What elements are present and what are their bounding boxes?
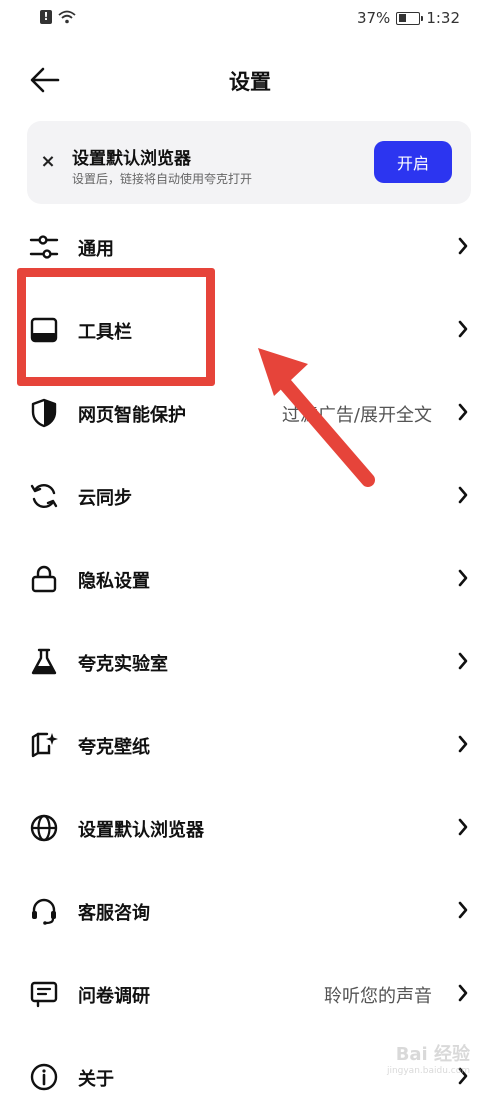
toolbar-icon [30, 317, 58, 343]
menu-item-label: 通用 [78, 239, 114, 260]
chevron-right-icon [458, 320, 468, 338]
menu-item-survey[interactable]: 问卷调研 聆听您的声音 [0, 952, 500, 1035]
status-bar: ! 37% 1:32 [0, 0, 500, 40]
lock-icon [31, 565, 57, 593]
watermark: Bai 经验 jingyan.baidu.com [350, 1036, 470, 1076]
sync-icon [30, 483, 58, 509]
menu-item-value: 过滤广告/展开全文 [281, 405, 432, 426]
menu-item-label: 问卷调研 [78, 986, 150, 1007]
headset-icon [32, 898, 56, 925]
menu-item-toolbar[interactable]: 工具栏 [0, 288, 500, 371]
chevron-right-icon [458, 984, 468, 1002]
sliders-icon [29, 235, 59, 259]
menu-item-default-browser[interactable]: 设置默认浏览器 [0, 786, 500, 869]
menu-item-wallpaper[interactable]: 夸克壁纸 [0, 703, 500, 786]
menu-item-value: 聆听您的声音 [324, 986, 432, 1007]
watermark-brand: Bai 经验 [395, 1044, 470, 1065]
banner-subtitle: 设置后，链接将自动使用夸克打开 [72, 172, 253, 186]
chevron-right-icon [458, 652, 468, 670]
wallpaper-icon [31, 732, 58, 758]
menu-item-privacy[interactable]: 隐私设置 [0, 537, 500, 620]
chevron-right-icon [458, 818, 468, 836]
menu-item-customer-service[interactable]: 客服咨询 [0, 869, 500, 952]
chevron-right-icon [458, 403, 468, 421]
menu-item-label: 隐私设置 [78, 571, 150, 592]
chevron-right-icon [458, 901, 468, 919]
clock: 1:32 [426, 9, 460, 27]
battery-percent: 37% [356, 9, 391, 27]
menu-item-label: 网页智能保护 [78, 405, 186, 426]
menu-item-label: 关于 [78, 1069, 114, 1090]
menu-item-web-protection[interactable]: 网页智能保护 过滤广告/展开全文 [0, 371, 500, 454]
survey-icon [30, 981, 58, 1008]
flask-icon [31, 648, 57, 675]
menu-item-label: 工具栏 [78, 322, 132, 343]
menu-item-label: 云同步 [78, 488, 132, 509]
chevron-right-icon [458, 735, 468, 753]
menu-item-cloud-sync[interactable]: 云同步 [0, 454, 500, 537]
chevron-right-icon [458, 486, 468, 504]
menu-item-label: 设置默认浏览器 [78, 820, 204, 841]
info-icon [30, 1063, 58, 1091]
alert-icon: ! [40, 10, 52, 24]
menu-item-general[interactable]: 通用 [0, 205, 500, 288]
watermark-url: jingyan.baidu.com [386, 1066, 470, 1076]
wifi-icon [58, 10, 76, 24]
page-title: 设置 [229, 70, 271, 94]
enable-button[interactable]: 开启 [374, 141, 452, 183]
menu-item-lab[interactable]: 夸克实验室 [0, 620, 500, 703]
default-browser-banner: × 设置默认浏览器 设置后，链接将自动使用夸克打开 开启 [27, 121, 471, 204]
menu-item-label: 夸克壁纸 [78, 737, 150, 758]
menu-item-label: 客服咨询 [78, 903, 150, 924]
app-header: 设置 [0, 48, 500, 112]
globe-icon [30, 814, 58, 842]
chevron-right-icon [458, 237, 468, 255]
shield-icon [31, 398, 57, 428]
close-icon[interactable]: × [39, 148, 57, 176]
chevron-right-icon [458, 569, 468, 587]
menu-item-label: 夸克实验室 [78, 654, 168, 675]
banner-title: 设置默认浏览器 [72, 149, 191, 169]
battery-icon [396, 11, 424, 25]
